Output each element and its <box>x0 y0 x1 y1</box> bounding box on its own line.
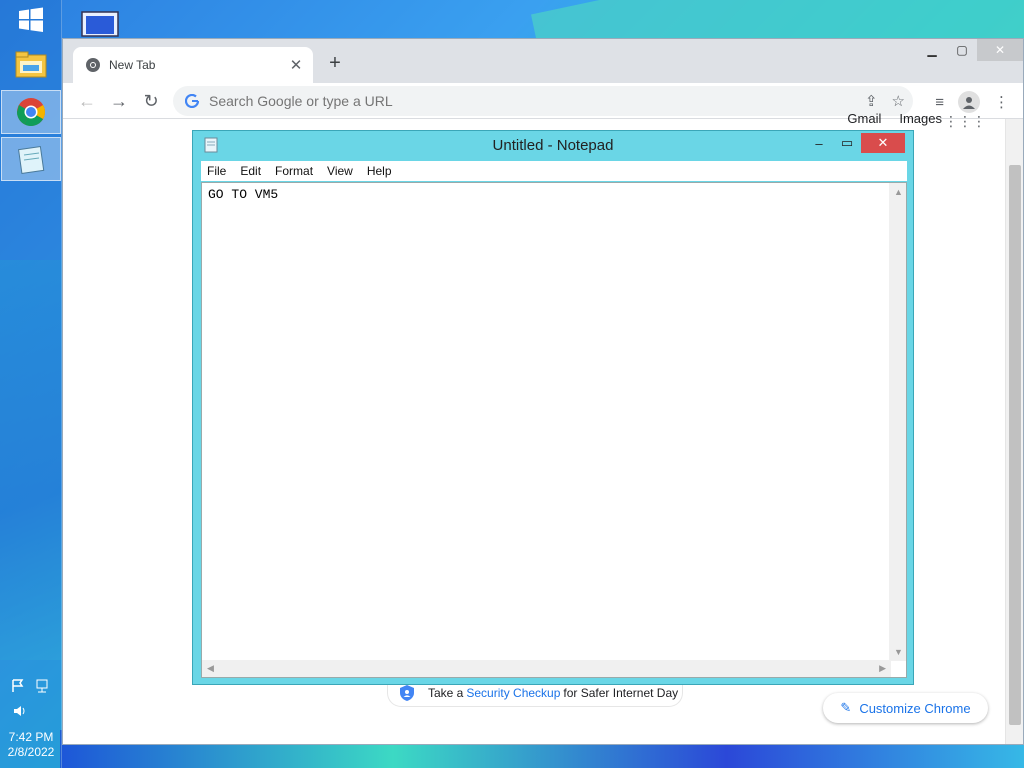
notepad-icon <box>18 146 45 174</box>
bookmark-star-icon[interactable]: ☆ <box>892 92 905 110</box>
tab-close-icon[interactable]: ✕ <box>287 56 305 74</box>
shield-user-icon <box>400 684 414 701</box>
reload-icon[interactable]: ↻ <box>141 91 161 111</box>
page-scrollbar[interactable] <box>1005 119 1023 744</box>
notepad-maximize-button[interactable]: ▭ <box>833 133 861 153</box>
reading-list-icon[interactable]: ≡ <box>935 94 944 111</box>
chrome-menu-icon[interactable]: ⋮ <box>994 93 1009 111</box>
network-icon[interactable] <box>34 678 50 697</box>
notepad-content[interactable]: GO TO VM5 <box>208 187 278 202</box>
tab-new-tab[interactable]: New Tab ✕ <box>73 47 313 83</box>
notepad-text-area[interactable]: GO TO VM5 ▲ ▼ ◀ ▶ <box>201 182 907 678</box>
notepad-titlebar[interactable]: Untitled - Notepad ‒ ▭ ✕ <box>193 131 913 161</box>
google-apps-icon[interactable]: ⋮⋮⋮ <box>944 113 986 130</box>
back-arrow-icon[interactable]: ← <box>77 91 97 111</box>
notepad-window: Untitled - Notepad ‒ ▭ ✕ File Edit Forma… <box>192 130 914 685</box>
start-button[interactable] <box>1 2 61 38</box>
folder-icon <box>15 51 47 78</box>
computer-desktop-icon[interactable] <box>78 8 124 41</box>
security-checkup-link[interactable]: Security Checkup <box>466 686 560 700</box>
scroll-left-icon[interactable]: ◀ <box>207 663 214 674</box>
omnibox-input[interactable] <box>209 93 809 109</box>
pencil-icon: ✎ <box>840 700 852 715</box>
menu-file[interactable]: File <box>207 164 226 178</box>
chrome-taskbar-button[interactable] <box>1 90 61 134</box>
profile-avatar-icon[interactable] <box>958 91 980 113</box>
scroll-right-icon[interactable]: ▶ <box>879 663 886 674</box>
notepad-taskbar-button[interactable] <box>1 137 61 181</box>
notepad-horizontal-scrollbar[interactable]: ◀ ▶ <box>202 660 891 677</box>
clock-time: 7:42 PM <box>8 730 54 744</box>
forward-arrow-icon[interactable]: → <box>109 91 129 111</box>
google-g-icon <box>185 94 199 108</box>
images-link[interactable]: Images <box>899 111 942 126</box>
action-center-flag-icon[interactable] <box>10 678 26 697</box>
clock[interactable]: 7:42 PM 2/8/2022 <box>0 730 62 760</box>
page-scroll-thumb[interactable] <box>1009 165 1021 725</box>
menu-help[interactable]: Help <box>367 164 392 178</box>
volume-icon[interactable] <box>0 703 62 722</box>
gmail-link[interactable]: Gmail <box>847 111 881 126</box>
customize-chrome-button[interactable]: ✎ Customize Chrome <box>823 693 988 723</box>
chrome-icon <box>17 98 45 126</box>
clock-date: 2/8/2022 <box>7 745 55 759</box>
tab-title: New Tab <box>109 58 156 72</box>
chrome-close-button[interactable]: ✕ <box>977 39 1023 61</box>
windows-logo-icon <box>19 7 43 32</box>
chrome-minimize-button[interactable]: ▁ <box>917 39 947 61</box>
share-icon[interactable]: ⇪ <box>865 92 878 110</box>
system-tray: 7:42 PM 2/8/2022 <box>0 678 62 760</box>
customize-chrome-label: Customize Chrome <box>859 700 971 716</box>
scroll-down-icon[interactable]: ▼ <box>894 647 903 657</box>
scroll-up-icon[interactable]: ▲ <box>894 187 903 197</box>
chrome-maximize-button[interactable]: ▢ <box>947 39 977 61</box>
omnibox[interactable]: ⇪ ☆ <box>173 86 913 116</box>
chrome-tab-favicon-icon <box>86 58 100 72</box>
menu-format[interactable]: Format <box>275 164 313 178</box>
notepad-close-button[interactable]: ✕ <box>861 133 905 153</box>
taskbar: 7:42 PM 2/8/2022 <box>0 0 62 768</box>
notepad-vertical-scrollbar[interactable]: ▲ ▼ <box>889 183 906 661</box>
notepad-minimize-button[interactable]: ‒ <box>805 133 833 153</box>
file-explorer-taskbar-button[interactable] <box>1 44 61 86</box>
notepad-menubar: File Edit Format View Help <box>201 161 907 181</box>
security-prefix: Take a <box>428 685 464 700</box>
menu-view[interactable]: View <box>327 164 353 178</box>
chrome-tab-strip: New Tab ✕ + ▁ ▢ ✕ <box>63 39 1023 83</box>
new-tab-button[interactable]: + <box>325 53 345 73</box>
menu-edit[interactable]: Edit <box>240 164 261 178</box>
security-suffix: for Safer Internet Day <box>563 685 679 700</box>
